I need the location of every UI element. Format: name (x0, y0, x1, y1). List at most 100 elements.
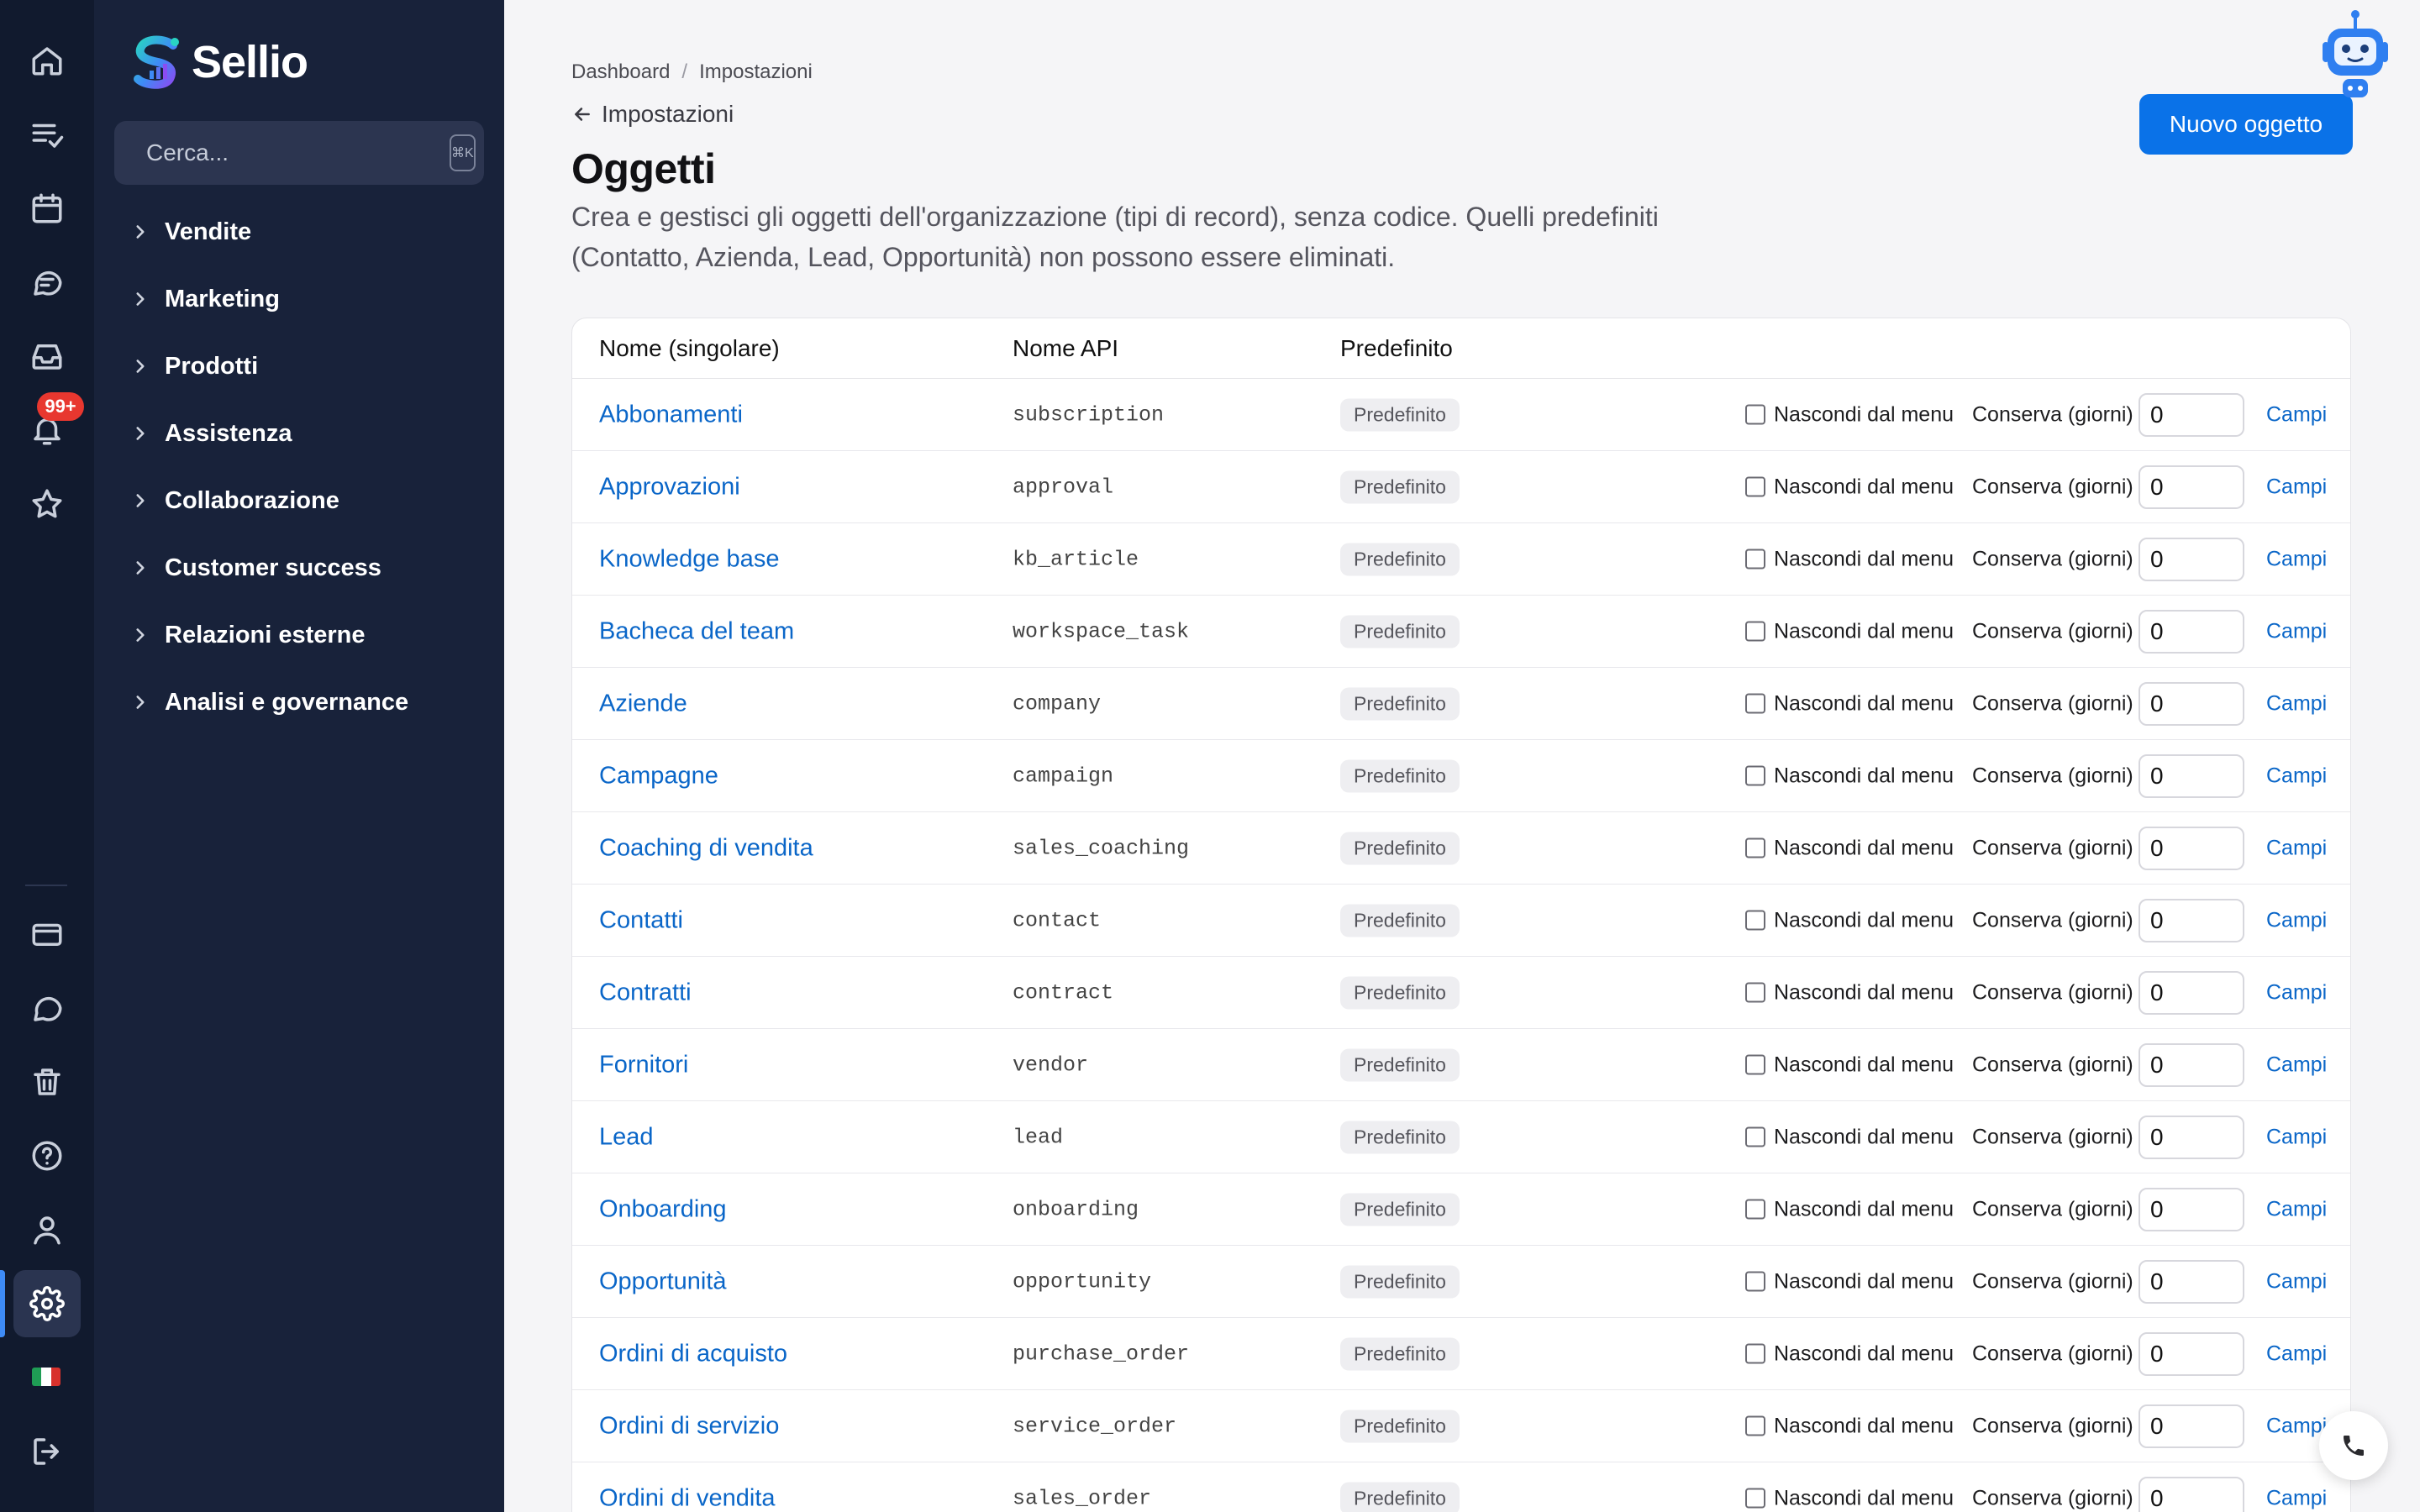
hide-from-menu-checkbox[interactable] (1745, 549, 1765, 570)
object-name-link[interactable]: Ordini di vendita (599, 1484, 776, 1512)
fields-link[interactable]: Campi (2266, 1269, 2327, 1294)
retention-days-input[interactable] (2139, 1115, 2244, 1159)
hide-from-menu-checkbox[interactable] (1745, 1343, 1765, 1364)
nav-item-customer-success[interactable]: Customer success (129, 534, 408, 601)
object-name-link[interactable]: Onboarding (599, 1195, 727, 1223)
fields-link[interactable]: Campi (2266, 1341, 2327, 1366)
new-object-button[interactable]: Nuovo oggetto (2139, 94, 2353, 155)
messages-icon[interactable] (13, 249, 81, 316)
object-name-link[interactable]: Contatti (599, 906, 683, 934)
fields-link[interactable]: Campi (2266, 619, 2327, 643)
assistant-robot-icon[interactable] (2317, 8, 2393, 101)
help-icon[interactable] (13, 1122, 81, 1189)
fields-link[interactable]: Campi (2266, 1053, 2327, 1077)
hide-from-menu-checkbox[interactable] (1745, 1054, 1765, 1075)
chat-icon[interactable] (13, 974, 81, 1042)
phone-call-button[interactable] (2319, 1411, 2388, 1480)
hide-from-menu-checkbox[interactable] (1745, 1199, 1765, 1220)
search-box[interactable]: ⌘K (114, 121, 484, 185)
retention-days-input[interactable] (2139, 753, 2244, 798)
nav-item-analisi-governance[interactable]: Analisi e governance (129, 669, 408, 736)
nav-item-relazioni-esterne[interactable]: Relazioni esterne (129, 601, 408, 669)
object-name-link[interactable]: Approvazioni (599, 473, 740, 501)
hide-from-menu-checkbox[interactable] (1745, 1488, 1765, 1509)
retention-days-input[interactable] (2139, 537, 2244, 581)
nav-item-marketing[interactable]: Marketing (129, 265, 408, 333)
hide-from-menu-checkbox[interactable] (1745, 1271, 1765, 1292)
hide-from-menu-checkbox[interactable] (1745, 910, 1765, 931)
hide-from-menu-checkbox[interactable] (1745, 765, 1765, 786)
fields-link[interactable]: Campi (2266, 547, 2327, 571)
object-name-link[interactable]: Abbonamenti (599, 401, 743, 428)
hide-from-menu-toggle[interactable]: Nascondi dal menu (1745, 1125, 1954, 1149)
fields-link[interactable]: Campi (2266, 980, 2327, 1005)
fields-link[interactable]: Campi (2266, 691, 2327, 716)
hide-from-menu-toggle[interactable]: Nascondi dal menu (1745, 836, 1954, 860)
object-name-link[interactable]: Campagne (599, 762, 718, 790)
fields-link[interactable]: Campi (2266, 908, 2327, 932)
back-link[interactable]: Impostazioni (571, 101, 734, 128)
hide-from-menu-checkbox[interactable] (1745, 404, 1765, 425)
object-name-link[interactable]: Coaching di vendita (599, 834, 813, 862)
hide-from-menu-toggle[interactable]: Nascondi dal menu (1745, 908, 1954, 932)
star-icon[interactable] (13, 470, 81, 538)
italian-flag-icon[interactable] (32, 1368, 60, 1386)
retention-days-input[interactable] (2139, 1476, 2244, 1512)
hide-from-menu-checkbox[interactable] (1745, 837, 1765, 858)
nav-item-assistenza[interactable]: Assistenza (129, 400, 408, 467)
hide-from-menu-checkbox[interactable] (1745, 621, 1765, 642)
hide-from-menu-toggle[interactable]: Nascondi dal menu (1745, 764, 1954, 788)
retention-days-input[interactable] (2139, 1187, 2244, 1231)
hide-from-menu-toggle[interactable]: Nascondi dal menu (1745, 619, 1954, 643)
retention-days-input[interactable] (2139, 1404, 2244, 1448)
search-input[interactable] (146, 139, 450, 166)
fields-link[interactable]: Campi (2266, 475, 2327, 499)
nav-item-collaborazione[interactable]: Collaborazione (129, 467, 408, 534)
logout-icon[interactable] (13, 1418, 81, 1485)
hide-from-menu-checkbox[interactable] (1745, 476, 1765, 497)
user-icon[interactable] (13, 1196, 81, 1263)
hide-from-menu-checkbox[interactable] (1745, 1126, 1765, 1147)
calendar-icon[interactable] (13, 175, 81, 242)
object-name-link[interactable]: Fornitori (599, 1051, 688, 1079)
hide-from-menu-checkbox[interactable] (1745, 693, 1765, 714)
hide-from-menu-toggle[interactable]: Nascondi dal menu (1745, 1414, 1954, 1438)
fields-link[interactable]: Campi (2266, 1197, 2327, 1221)
object-name-link[interactable]: Bacheca del team (599, 617, 794, 645)
object-name-link[interactable]: Opportunità (599, 1268, 727, 1295)
fields-link[interactable]: Campi (2266, 402, 2327, 427)
hide-from-menu-checkbox[interactable] (1745, 982, 1765, 1003)
fields-link[interactable]: Campi (2266, 1414, 2327, 1438)
fields-link[interactable]: Campi (2266, 836, 2327, 860)
hide-from-menu-toggle[interactable]: Nascondi dal menu (1745, 402, 1954, 427)
retention-days-input[interactable] (2139, 898, 2244, 942)
tasks-icon[interactable] (13, 101, 81, 168)
settings-gear-icon[interactable] (13, 1270, 81, 1337)
fields-link[interactable]: Campi (2266, 764, 2327, 788)
inbox-icon[interactable] (13, 323, 81, 390)
retention-days-input[interactable] (2139, 1259, 2244, 1304)
retention-days-input[interactable] (2139, 826, 2244, 870)
home-icon[interactable] (13, 27, 81, 94)
retention-days-input[interactable] (2139, 681, 2244, 726)
hide-from-menu-toggle[interactable]: Nascondi dal menu (1745, 980, 1954, 1005)
retention-days-input[interactable] (2139, 1331, 2244, 1376)
hide-from-menu-toggle[interactable]: Nascondi dal menu (1745, 1486, 1954, 1510)
object-name-link[interactable]: Knowledge base (599, 545, 779, 573)
breadcrumb-impostazioni[interactable]: Impostazioni (699, 60, 813, 84)
hide-from-menu-toggle[interactable]: Nascondi dal menu (1745, 475, 1954, 499)
retention-days-input[interactable] (2139, 465, 2244, 509)
trash-icon[interactable] (13, 1048, 81, 1116)
object-name-link[interactable]: Ordini di acquisto (599, 1340, 787, 1368)
object-name-link[interactable]: Lead (599, 1123, 654, 1151)
retention-days-input[interactable] (2139, 1042, 2244, 1087)
hide-from-menu-toggle[interactable]: Nascondi dal menu (1745, 1269, 1954, 1294)
hide-from-menu-toggle[interactable]: Nascondi dal menu (1745, 691, 1954, 716)
fields-link[interactable]: Campi (2266, 1486, 2327, 1510)
object-name-link[interactable]: Ordini di servizio (599, 1412, 779, 1440)
fields-link[interactable]: Campi (2266, 1125, 2327, 1149)
hide-from-menu-toggle[interactable]: Nascondi dal menu (1745, 547, 1954, 571)
retention-days-input[interactable] (2139, 970, 2244, 1015)
breadcrumb-dashboard[interactable]: Dashboard (571, 60, 670, 84)
hide-from-menu-toggle[interactable]: Nascondi dal menu (1745, 1341, 1954, 1366)
